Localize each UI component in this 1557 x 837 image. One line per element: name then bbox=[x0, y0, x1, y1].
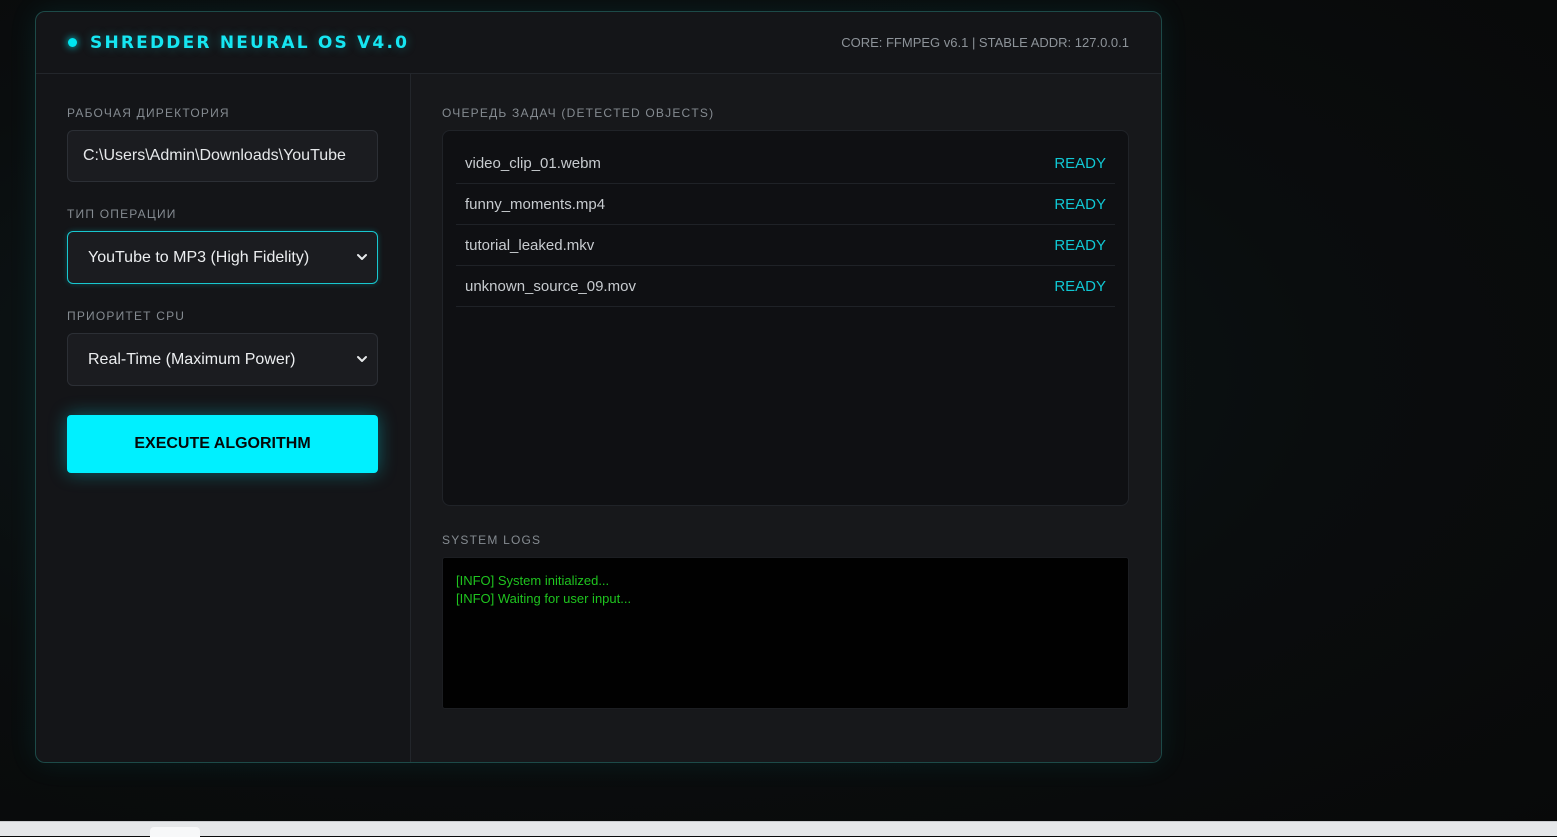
queue-item[interactable]: video_clip_01.webm READY bbox=[456, 143, 1115, 184]
priority-select-value: Real-Time (Maximum Power) bbox=[88, 350, 296, 368]
output-panel: Очередь задач (Detected Objects) video_c… bbox=[411, 74, 1161, 762]
queue-item[interactable]: unknown_source_09.mov READY bbox=[456, 266, 1115, 307]
logs-label: System Logs bbox=[442, 533, 542, 547]
queue-item-status: READY bbox=[1054, 154, 1106, 172]
main-body: Рабочая директория Тип операции YouTube … bbox=[36, 74, 1161, 762]
directory-label: Рабочая директория bbox=[67, 106, 230, 120]
queue-item-status: READY bbox=[1054, 277, 1106, 295]
directory-input[interactable] bbox=[67, 130, 378, 182]
system-logs[interactable]: [INFO] System initialized... [INFO] Wait… bbox=[442, 557, 1129, 709]
queue-item-status: READY bbox=[1054, 195, 1106, 213]
taskbar bbox=[0, 821, 1557, 837]
queue-item-name: video_clip_01.webm bbox=[465, 154, 601, 172]
operation-select[interactable]: YouTube to MP3 (High Fidelity) bbox=[67, 231, 378, 284]
core-info: CORE: FFMPEG v6.1 | STABLE ADDR: 127.0.0… bbox=[841, 35, 1129, 50]
operation-select-value: YouTube to MP3 (High Fidelity) bbox=[88, 248, 310, 266]
queue-item-name: funny_moments.mp4 bbox=[465, 195, 606, 213]
brand: SHREDDER NEURAL OS V4.0 bbox=[68, 33, 409, 53]
status-dot-icon bbox=[68, 38, 77, 47]
chevron-down-icon bbox=[357, 254, 367, 260]
task-queue: video_clip_01.webm READY funny_moments.m… bbox=[442, 130, 1129, 506]
queue-item[interactable]: tutorial_leaked.mkv READY bbox=[456, 225, 1115, 266]
operation-label: Тип операции bbox=[67, 207, 177, 221]
queue-item-status: READY bbox=[1054, 236, 1106, 254]
app-title: SHREDDER NEURAL OS V4.0 bbox=[90, 32, 410, 53]
queue-item[interactable]: funny_moments.mp4 READY bbox=[456, 184, 1115, 225]
queue-item-name: tutorial_leaked.mkv bbox=[465, 236, 595, 254]
priority-select[interactable]: Real-Time (Maximum Power) bbox=[67, 333, 378, 386]
app-window: SHREDDER NEURAL OS V4.0 CORE: FFMPEG v6.… bbox=[35, 11, 1162, 763]
settings-panel: Рабочая директория Тип операции YouTube … bbox=[36, 74, 411, 762]
header: SHREDDER NEURAL OS V4.0 CORE: FFMPEG v6.… bbox=[36, 12, 1161, 74]
queue-label: Очередь задач (Detected Objects) bbox=[442, 106, 715, 120]
queue-item-name: unknown_source_09.mov bbox=[465, 277, 636, 295]
log-line: [INFO] Waiting for user input... bbox=[456, 591, 632, 606]
chevron-down-icon bbox=[357, 356, 367, 362]
execute-algorithm-button[interactable]: EXECUTE ALGORITHM bbox=[67, 415, 378, 473]
log-line: [INFO] System initialized... bbox=[456, 573, 610, 588]
priority-label: Приоритет CPU bbox=[67, 309, 186, 323]
